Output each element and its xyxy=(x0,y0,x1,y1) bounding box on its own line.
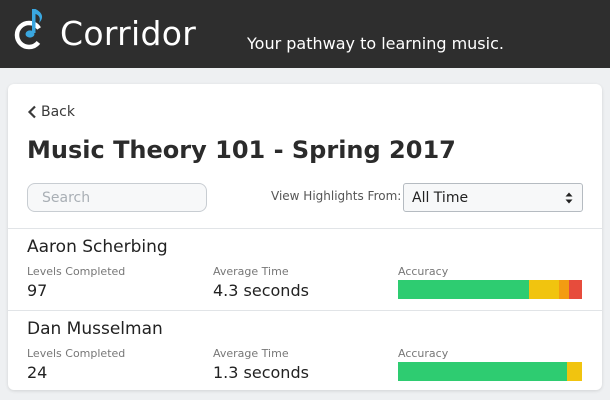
levels-completed-value: 97 xyxy=(27,281,48,300)
highlights-label: View Highlights From: xyxy=(271,189,402,203)
levels-completed-value: 24 xyxy=(27,363,48,382)
student-row[interactable]: Aaron Scherbing Levels Completed 97 Aver… xyxy=(8,228,602,310)
average-time-label: Average Time xyxy=(213,347,289,360)
student-row[interactable]: Dan Musselman Levels Completed 24 Averag… xyxy=(8,310,602,390)
accuracy-segment-warn xyxy=(558,280,569,299)
app-header: Corridor Your pathway to learning music. xyxy=(0,0,610,68)
average-time-label: Average Time xyxy=(213,265,289,278)
accuracy-bar xyxy=(398,362,582,381)
back-label: Back xyxy=(41,104,75,120)
accuracy-segment-wrong xyxy=(568,280,582,299)
search-input[interactable] xyxy=(27,183,207,212)
average-time-value: 4.3 seconds xyxy=(213,281,309,300)
highlights-select[interactable]: All Time xyxy=(403,183,583,212)
accuracy-segment-partial xyxy=(529,280,559,299)
student-name: Dan Musselman xyxy=(27,319,163,339)
accuracy-segment-partial xyxy=(566,362,582,381)
highlights-selected-value: All Time xyxy=(412,189,469,206)
class-card: Back Music Theory 101 - Spring 2017 View… xyxy=(8,84,602,390)
accuracy-bar xyxy=(398,280,582,299)
back-button[interactable]: Back xyxy=(27,102,75,122)
tagline: Your pathway to learning music. xyxy=(247,34,504,53)
brand-name[interactable]: Corridor xyxy=(60,14,196,54)
accuracy-label: Accuracy xyxy=(398,347,449,360)
levels-completed-label: Levels Completed xyxy=(27,265,126,278)
student-name: Aaron Scherbing xyxy=(27,237,168,257)
chevron-left-icon xyxy=(27,105,36,119)
music-note-icon[interactable] xyxy=(12,4,48,52)
page-title: Music Theory 101 - Spring 2017 xyxy=(27,136,456,164)
accuracy-segment-correct xyxy=(398,280,529,299)
accuracy-segment-correct xyxy=(398,362,567,381)
average-time-value: 1.3 seconds xyxy=(213,363,309,382)
select-arrows-icon xyxy=(565,192,573,203)
accuracy-label: Accuracy xyxy=(398,265,449,278)
levels-completed-label: Levels Completed xyxy=(27,347,126,360)
